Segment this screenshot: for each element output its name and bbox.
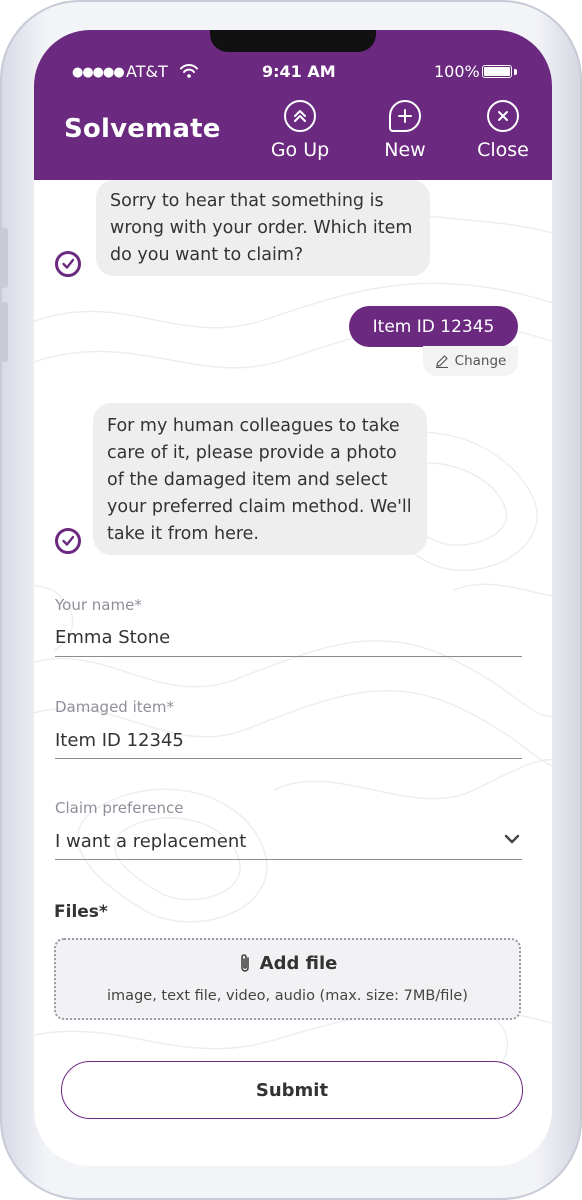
bot-message-1: Sorry to hear that something is wrong wi… xyxy=(96,180,430,276)
name-field[interactable]: Emma Stone xyxy=(55,627,170,648)
bot-message-2: For my human colleagues to take care of … xyxy=(93,403,427,555)
screen: ●●●●● AT&T 9:41 AM 100% Solvemate Go Up … xyxy=(34,30,552,1166)
new-button[interactable]: New xyxy=(365,100,445,161)
paperclip-icon xyxy=(240,954,249,972)
go-up-label: Go Up xyxy=(270,139,330,161)
close-label: Close xyxy=(477,139,529,161)
claim-preference-label: Claim preference xyxy=(55,799,184,817)
bot-message-line: do you want to claim? xyxy=(110,245,304,265)
bot-avatar-icon xyxy=(55,528,81,554)
file-dropzone[interactable]: Add file image, text file, video, audio … xyxy=(54,938,521,1020)
app-title: Solvemate xyxy=(64,114,221,144)
device-notch xyxy=(210,30,376,52)
files-label: Files* xyxy=(54,902,108,922)
bot-message-line: wrong with your order. Which item xyxy=(110,218,413,238)
carrier-label: AT&T xyxy=(126,62,168,81)
change-button[interactable]: Change xyxy=(423,346,518,376)
battery-icon xyxy=(482,65,512,78)
new-label: New xyxy=(384,139,426,161)
damaged-item-label: Damaged item* xyxy=(55,698,174,716)
close-button[interactable]: Close xyxy=(463,100,543,161)
chevron-up-circle-icon xyxy=(284,100,316,132)
bot-message-line: your preferred claim method. We'll xyxy=(107,497,412,517)
clock: 9:41 AM xyxy=(262,62,336,81)
add-file-label: Add file xyxy=(259,952,338,974)
bot-message-line: care of it, please provide a photo xyxy=(107,443,397,463)
damaged-item-underline xyxy=(55,758,522,759)
plus-bubble-icon xyxy=(389,100,421,132)
file-upload-hint: image, text file, video, audio (max. siz… xyxy=(107,988,468,1004)
close-circle-icon xyxy=(487,100,519,132)
battery-tip xyxy=(514,69,517,75)
bot-avatar-icon xyxy=(55,251,81,277)
chevron-down-icon[interactable] xyxy=(504,833,520,845)
add-file-button[interactable]: Add file xyxy=(56,952,519,974)
name-field-label: Your name* xyxy=(55,596,142,614)
name-field-underline xyxy=(55,656,522,657)
phone-frame: ●●●●● AT&T 9:41 AM 100% Solvemate Go Up … xyxy=(0,0,582,1200)
app-header: ●●●●● AT&T 9:41 AM 100% Solvemate Go Up … xyxy=(34,30,552,180)
battery-percent: 100% xyxy=(434,62,480,81)
signal-strength-icon: ●●●●● xyxy=(72,65,125,80)
bot-message-line: of the damaged item and select xyxy=(107,470,388,490)
damaged-item-field[interactable]: Item ID 12345 xyxy=(55,730,184,751)
bot-message-line: Sorry to hear that something is xyxy=(110,191,384,211)
go-up-button[interactable]: Go Up xyxy=(260,100,340,161)
bot-message-line: take it from here. xyxy=(107,524,259,544)
bot-message-line: For my human colleagues to take xyxy=(107,416,400,436)
change-label: Change xyxy=(454,353,507,369)
claim-preference-select[interactable]: I want a replacement xyxy=(55,831,522,852)
volume-up-button xyxy=(0,228,8,288)
volume-down-button xyxy=(0,302,8,362)
wifi-icon xyxy=(180,64,198,78)
claim-preference-underline xyxy=(55,859,522,860)
user-message: Item ID 12345 xyxy=(349,306,518,347)
submit-button[interactable]: Submit xyxy=(61,1061,523,1119)
pencil-icon xyxy=(435,355,448,368)
